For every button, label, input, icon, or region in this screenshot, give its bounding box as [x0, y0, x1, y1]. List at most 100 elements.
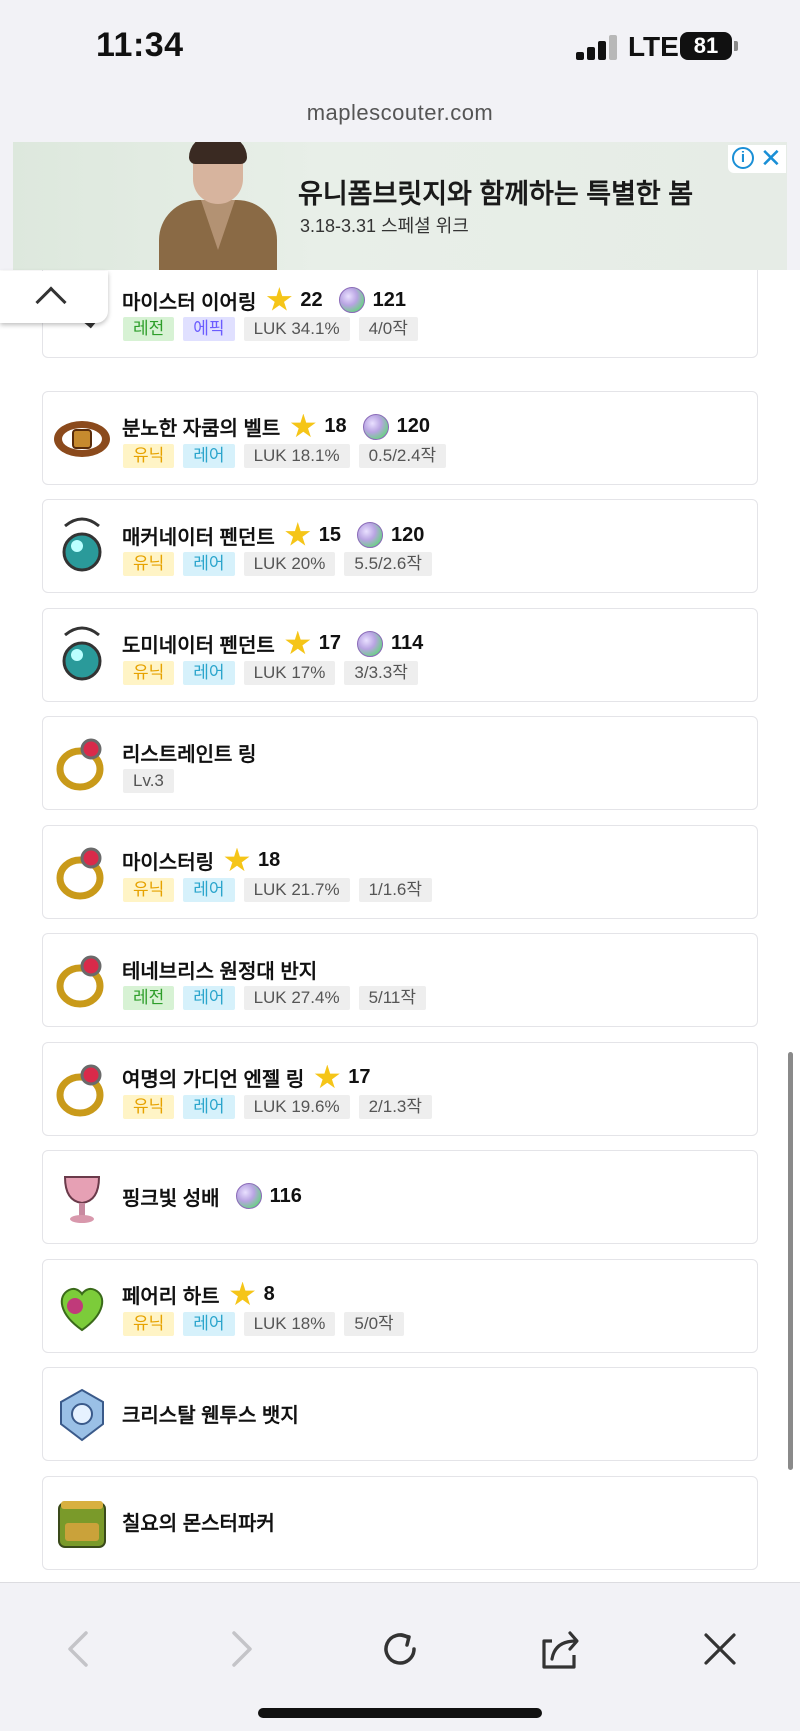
item-tags: 유닉 레어 LUK 20% 5.5/2.6작	[123, 552, 433, 576]
item-name: 크리스탈 웬투스 뱃지	[122, 1404, 299, 1427]
potential-tag: 5/11작	[358, 986, 427, 1010]
item-card[interactable]: 매커네이터 펜던트 15 120 유닉 레어 LUK 20% 5.5/2.6작	[42, 499, 758, 593]
potential-tag: 레전	[123, 317, 175, 341]
gem-level: 114	[391, 632, 424, 654]
ad-headline: 유니폼브릿지와 함께하는 특별한 봄	[298, 179, 694, 209]
status-time: 11:34	[96, 26, 184, 64]
ad-controls: i ✕	[728, 145, 786, 173]
potential-tag: 0.5/2.4작	[358, 443, 447, 468]
starforce-count: 15	[318, 523, 342, 546]
potential-tag: 3/3.3작	[344, 660, 418, 685]
gem-level: 121	[372, 288, 406, 311]
potential-tag: 5.5/2.6작	[344, 552, 433, 576]
ad-close-icon[interactable]: ✕	[760, 145, 782, 171]
item-name: 테네브리스 원정대 반지	[122, 960, 318, 983]
item-card[interactable]: 핑크빛 성배 116	[42, 1150, 758, 1244]
ring-icon	[51, 733, 113, 795]
item-name: 마이스터 이어링	[122, 291, 257, 314]
item-card[interactable]: 도미네이터 펜던트 17 114 유닉 레어 LUK 17% 3/3.3작	[42, 607, 758, 702]
browser-toolbar	[0, 1582, 800, 1731]
star-icon	[230, 1281, 256, 1306]
potential-tag: 레어	[183, 986, 235, 1010]
scroll-top-button[interactable]	[0, 271, 108, 323]
pendant-icon	[51, 516, 113, 578]
belt-icon	[51, 408, 113, 470]
item-tags: 유닉 레어 LUK 19.6% 2/1.3작	[123, 1094, 433, 1119]
item-name: 핑크빛 성배	[122, 1187, 220, 1210]
item-card[interactable]: 여명의 가디언 엔젤 링 17 유닉 레어 LUK 19.6% 2/1.3작	[42, 1041, 758, 1136]
potential-tag: 유닉	[123, 1311, 175, 1336]
gem-icon	[338, 287, 365, 313]
star-icon	[290, 413, 316, 438]
potential-tag: 4/0작	[358, 317, 418, 341]
item-card[interactable]: 리스트레인트 링 Lv.3	[42, 716, 758, 810]
item-title-row: 크리스탈 웬투스 뱃지	[122, 1398, 299, 1428]
item-card[interactable]: 페어리 하트 8 유닉 레어 LUK 18% 5/0작	[42, 1258, 758, 1353]
item-title-row: 리스트레인트 링	[122, 737, 256, 767]
potential-tag: Lv.3	[123, 769, 174, 793]
item-tags: 유닉 레어 LUK 17% 3/3.3작	[123, 660, 418, 685]
info-icon[interactable]: i	[732, 147, 754, 169]
ad-model-image	[153, 142, 283, 270]
item-title-row: 마이스터링 18	[122, 846, 280, 876]
home-indicator	[258, 1708, 542, 1718]
equipment-list: 마이스터 이어링 22 121 레전 에픽 LUK 34.1% 4/0작 분노한 자쿰의 벨트…	[0, 270, 800, 1582]
potential-tag: LUK 21.7%	[243, 877, 350, 902]
gem-icon	[235, 1183, 262, 1209]
potential-tag: 레어	[183, 877, 235, 902]
item-tags: 유닉 레어 LUK 21.7% 1/1.6작	[123, 877, 433, 902]
item-title-row: 칠요의 몬스터파커	[122, 1507, 275, 1537]
item-card[interactable]: 분노한 자쿰의 벨트 18 120 유닉 레어 LUK 18.1% 0.5/2.4작	[42, 390, 758, 485]
forward-icon[interactable]	[210, 1619, 270, 1679]
gem-level: 116	[269, 1184, 302, 1207]
item-title-row: 여명의 가디언 엔젤 링 17	[122, 1063, 371, 1093]
item-title-row: 핑크빛 성배 116	[122, 1181, 302, 1211]
star-icon	[266, 287, 292, 311]
ad-banner[interactable]: 유니폼브릿지와 함께하는 특별한 봄 3.18-3.31 스페셜 위크	[13, 142, 787, 270]
reload-icon[interactable]	[370, 1619, 430, 1679]
gem-level: 120	[396, 415, 430, 437]
item-title-row: 매커네이터 펜던트 15 120	[122, 520, 424, 550]
item-card[interactable]: 테네브리스 원정대 반지 레전 레어 LUK 27.4% 5/11작	[42, 933, 758, 1027]
potential-tag: 유닉	[123, 660, 175, 685]
item-card[interactable]: 마이스터링 18 유닉 레어 LUK 21.7% 1/1.6작	[42, 824, 758, 919]
starforce-count: 18	[258, 849, 281, 871]
back-icon[interactable]	[50, 1619, 110, 1679]
item-name: 매커네이터 펜던트	[122, 526, 275, 549]
item-title-row: 분노한 자쿰의 벨트 18 120	[122, 412, 430, 442]
item-card[interactable]: 마이스터 이어링 22 121 레전 에픽 LUK 34.1% 4/0작	[42, 270, 758, 358]
starforce-count: 17	[318, 632, 342, 654]
network-label: LTE	[628, 31, 679, 62]
scrollbar[interactable]	[788, 1052, 793, 1470]
item-tags: 유닉 레어 LUK 18.1% 0.5/2.4작	[123, 443, 447, 468]
gem-icon	[357, 522, 384, 548]
gem-level: 120	[391, 523, 425, 546]
item-title-row: 페어리 하트 8	[122, 1280, 275, 1310]
star-icon	[285, 630, 311, 655]
item-name: 도미네이터 펜던트	[122, 635, 275, 657]
chevron-up-icon	[35, 286, 67, 318]
item-tags: 유닉 레어 LUK 18% 5/0작	[123, 1311, 404, 1336]
chalice-icon	[51, 1167, 113, 1229]
potential-tag: LUK 34.1%	[243, 317, 350, 341]
heart-icon	[51, 1276, 113, 1338]
potential-tag: LUK 19.6%	[243, 1094, 350, 1119]
potential-tag: 레전	[123, 986, 175, 1010]
badge-icon	[51, 1384, 113, 1446]
potential-tag: 유닉	[123, 443, 175, 468]
potential-tag: 레어	[183, 552, 235, 576]
item-name: 여명의 가디언 엔젤 링	[122, 1069, 305, 1091]
share-icon[interactable]	[530, 1619, 590, 1679]
star-icon	[224, 847, 250, 872]
potential-tag: 5/0작	[344, 1311, 404, 1336]
ring-icon	[51, 950, 113, 1012]
item-card[interactable]: 크리스탈 웬투스 뱃지	[42, 1367, 758, 1461]
address-bar[interactable]: maplescouter.com	[0, 100, 800, 126]
star-icon	[285, 522, 311, 546]
ring-icon	[51, 1059, 113, 1121]
close-icon[interactable]	[690, 1619, 750, 1679]
gem-icon	[357, 630, 384, 657]
potential-tag: LUK 18.1%	[243, 443, 350, 468]
item-card[interactable]: 칠요의 몬스터파커	[42, 1475, 758, 1570]
starforce-count: 17	[348, 1066, 371, 1088]
